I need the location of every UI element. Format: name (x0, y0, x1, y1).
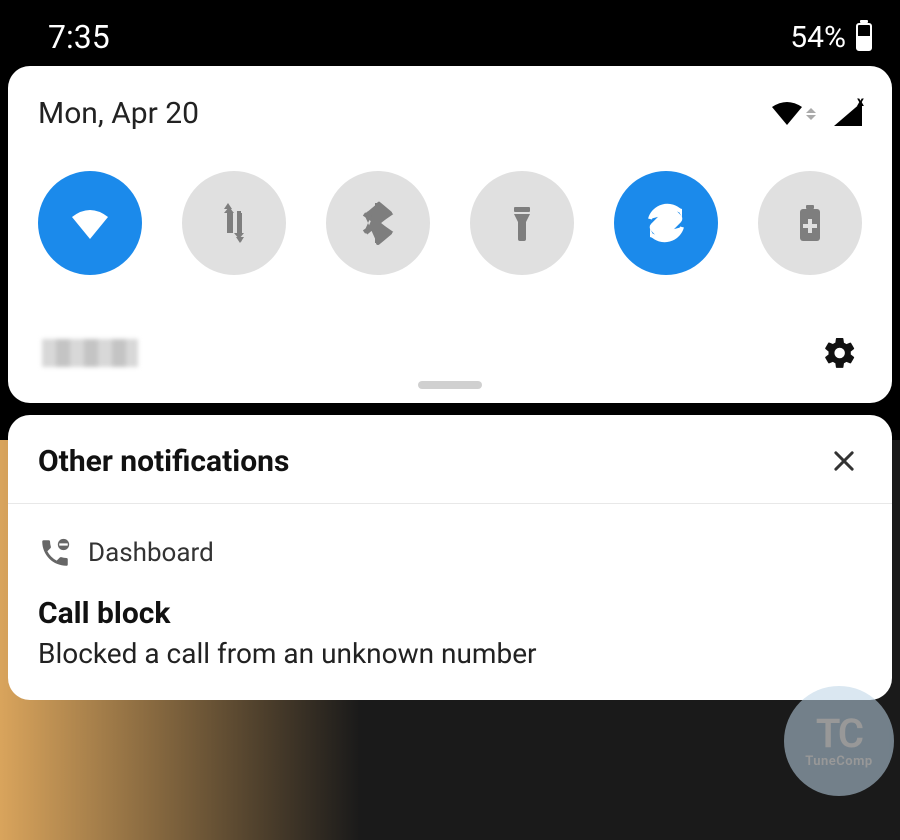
notification-title: Call block (38, 596, 862, 631)
wifi-status-icon (770, 101, 804, 127)
wifi-icon (66, 199, 114, 247)
notification-app-row: Dashboard (38, 536, 862, 570)
notification-text: Blocked a call from an unknown number (38, 637, 862, 670)
flashlight-tile[interactable] (470, 171, 574, 275)
gear-icon (822, 335, 858, 371)
notification-section-title: Other notifications (38, 444, 289, 479)
watermark-initials: TC (816, 714, 862, 754)
status-right: 54% (790, 20, 872, 55)
data-arrows-icon (806, 108, 816, 120)
battery-saver-tile[interactable] (758, 171, 862, 275)
notification-app-name: Dashboard (88, 538, 214, 568)
bluetooth-icon (354, 199, 402, 247)
notification-card[interactable]: Other notifications Dashboard Call block… (8, 415, 892, 700)
panel-drag-handle[interactable] (418, 381, 482, 389)
battery-percent: 54% (790, 20, 846, 55)
wifi-tile[interactable] (38, 171, 142, 275)
flashlight-icon (498, 199, 546, 247)
battery-saver-icon (786, 199, 834, 247)
qs-header: Mon, Apr 20 x (38, 96, 862, 131)
qs-footer (38, 335, 862, 375)
quick-settings-panel[interactable]: Mon, Apr 20 x (8, 66, 892, 403)
bluetooth-tile[interactable] (326, 171, 430, 275)
mobile-data-icon (210, 199, 258, 247)
battery-icon (856, 23, 872, 51)
cellular-signal-icon: x (834, 102, 862, 126)
wifi-network-name-redacted (42, 339, 138, 367)
qs-date: Mon, Apr 20 (38, 96, 199, 131)
qs-status-icons: x (770, 101, 862, 127)
status-time: 7:35 (48, 18, 110, 56)
settings-button[interactable] (822, 335, 858, 371)
watermark-logo: TC TuneComp (784, 686, 894, 796)
notification-body[interactable]: Dashboard Call block Blocked a call from… (8, 504, 892, 700)
phone-blocked-icon (38, 536, 72, 570)
watermark-label: TuneComp (805, 754, 872, 769)
no-signal-x: x (857, 94, 864, 110)
notification-header: Other notifications (8, 415, 892, 504)
qs-tiles-row (38, 171, 862, 275)
mobile-data-tile[interactable] (182, 171, 286, 275)
auto-rotate-icon (642, 199, 690, 247)
close-icon (830, 447, 858, 475)
dismiss-button[interactable] (826, 443, 862, 479)
status-bar: 7:35 54% (0, 0, 900, 66)
auto-rotate-tile[interactable] (614, 171, 718, 275)
